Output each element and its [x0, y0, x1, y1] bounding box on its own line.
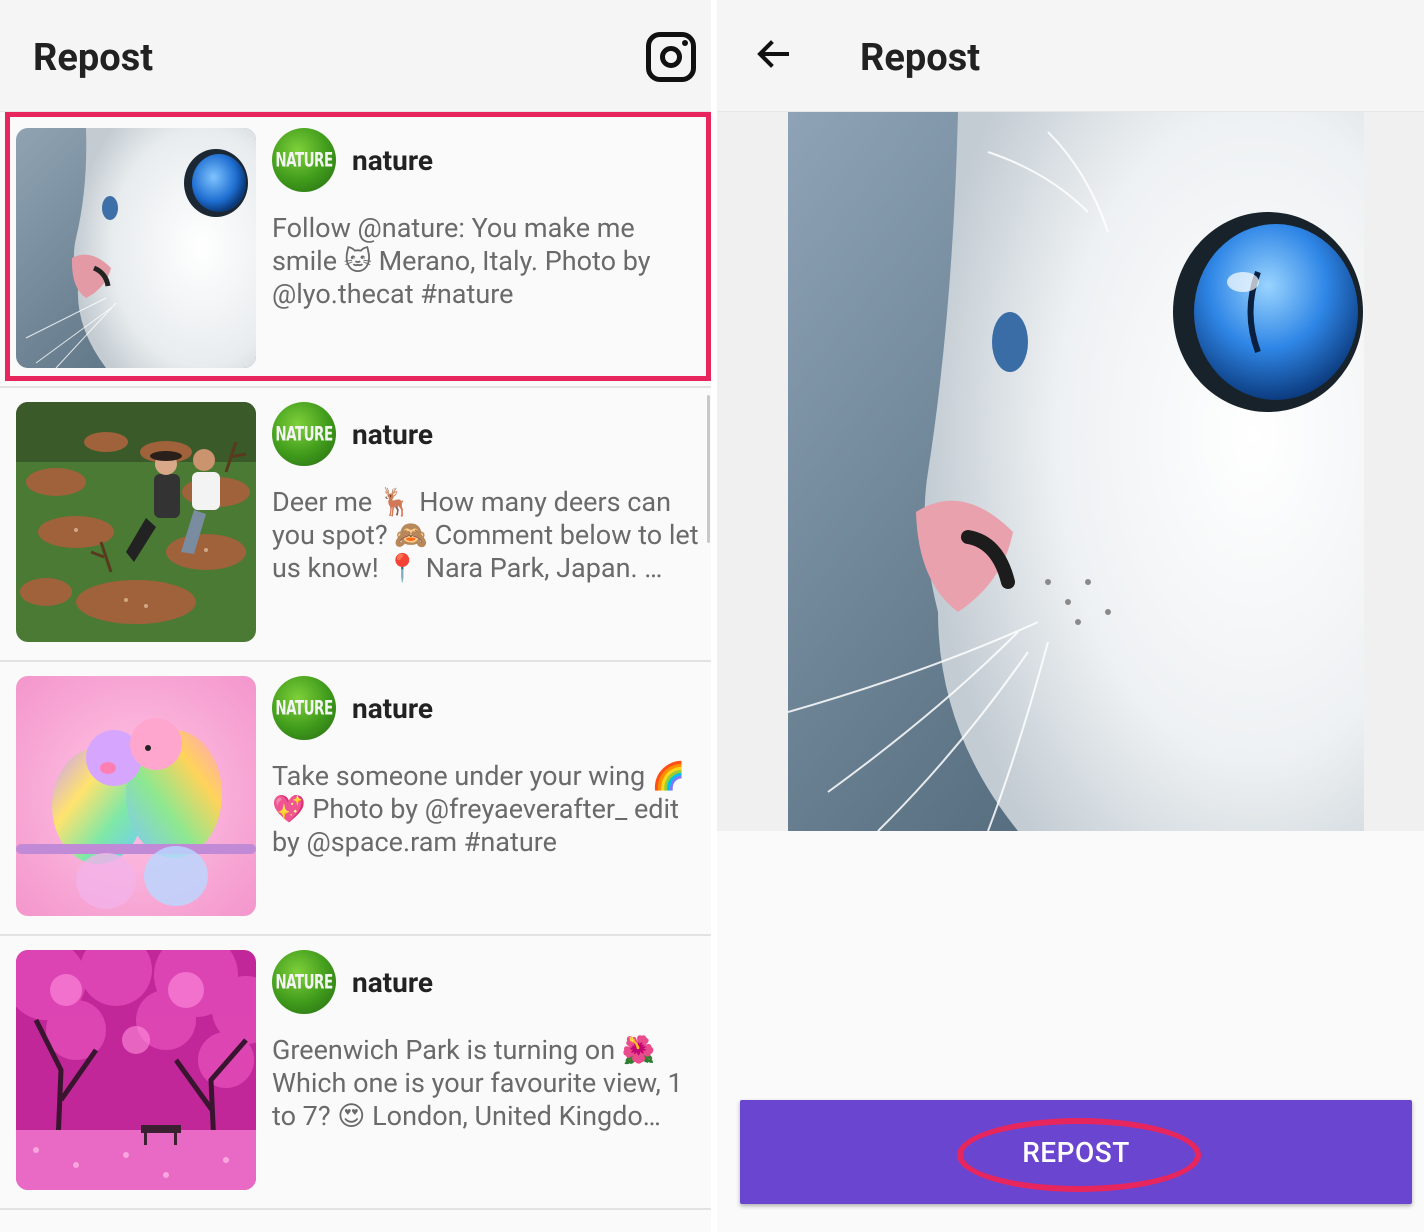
- app-bar: Repost: [0, 0, 711, 112]
- username: nature: [352, 418, 433, 451]
- post-thumbnail: [16, 128, 256, 368]
- post-list: NATURE nature Follow @nature: You make m…: [0, 114, 711, 1210]
- list-item[interactable]: NATURE nature Follow @nature: You make m…: [0, 114, 711, 388]
- post-thumbnail: [16, 950, 256, 1190]
- instagram-dot: [682, 40, 688, 46]
- instagram-icon[interactable]: [646, 32, 696, 82]
- post-thumbnail: [16, 676, 256, 916]
- avatar: NATURE: [272, 950, 336, 1014]
- scrollbar[interactable]: [707, 395, 710, 543]
- list-item[interactable]: NATURE nature Greenwich Park is turning …: [0, 936, 711, 1210]
- post-caption: Follow @nature: You make me smile 🐱 Mera…: [272, 212, 651, 310]
- app-bar: Repost: [717, 0, 1424, 112]
- list-item[interactable]: NATURE nature Take someone under your wi…: [0, 662, 711, 936]
- instagram-lens: [660, 46, 682, 68]
- username: nature: [352, 692, 433, 725]
- avatar: NATURE: [272, 676, 336, 740]
- post-caption: Deer me 🦌 How many deers can you spot? 🙈…: [272, 486, 699, 584]
- post-caption: Take someone under your wing 🌈💖 Photo by…: [272, 760, 686, 858]
- post-image: [788, 112, 1364, 831]
- post-caption: Greenwich Park is turning on 🌺 Which one…: [272, 1034, 683, 1132]
- post-thumbnail: [16, 402, 256, 642]
- page-title: Repost: [860, 36, 981, 80]
- username: nature: [352, 144, 433, 177]
- repost-button[interactable]: REPOST: [740, 1100, 1412, 1204]
- avatar: NATURE: [272, 128, 336, 192]
- post-preview: [717, 112, 1424, 831]
- avatar: NATURE: [272, 402, 336, 466]
- list-item[interactable]: NATURE nature Deer me 🦌 How many deers c…: [0, 388, 711, 662]
- page-title: Repost: [33, 36, 154, 80]
- repost-list-screen: Repost NATURE nature Follow @nature: You…: [0, 0, 711, 1232]
- arrow-back-icon[interactable]: [753, 34, 793, 74]
- username: nature: [352, 966, 433, 999]
- repost-detail-screen: Repost REPOST: [717, 0, 1424, 1232]
